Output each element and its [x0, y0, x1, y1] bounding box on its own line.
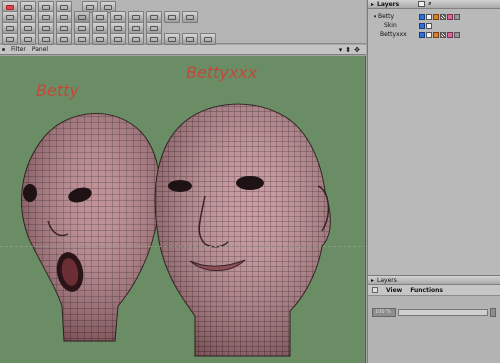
- grid-icon: [104, 4, 112, 10]
- wireframe-icon[interactable]: [440, 31, 446, 38]
- layer-name: Bettyxxx: [380, 31, 407, 38]
- layer-toggles: [419, 22, 432, 29]
- tool-button[interactable]: [164, 33, 180, 45]
- view-dropdown-icon[interactable]: ▾: [339, 46, 343, 54]
- render-icon[interactable]: [454, 31, 460, 38]
- functions-menu[interactable]: Functions: [410, 287, 443, 294]
- 3d-viewport[interactable]: Betty Bettyxxx: [0, 56, 366, 363]
- tool-button[interactable]: [182, 33, 198, 45]
- right-panel: ▸ Layers ⌕ ▾ Betty Skin Bettyxxx ▸ Layer…: [367, 0, 500, 363]
- lower-panel-title: Layers: [377, 276, 397, 284]
- layer-row-skin[interactable]: Skin: [368, 21, 500, 30]
- annotation-betty: Betty: [36, 81, 79, 100]
- eye-icon[interactable]: [419, 31, 425, 38]
- viewport-header: Filter Panel ▾ ⬍ ✥: [0, 45, 366, 55]
- color-icon[interactable]: [447, 13, 453, 20]
- head-model-bettyxxx[interactable]: [154, 103, 331, 357]
- tool-button[interactable]: [110, 33, 126, 45]
- tool-button[interactable]: [200, 33, 216, 45]
- move-icon: [24, 4, 32, 10]
- search-icon[interactable]: ⌕: [428, 0, 431, 8]
- panel-menu-icon[interactable]: [372, 287, 378, 293]
- collapse-arrow-icon[interactable]: ▸: [371, 277, 374, 284]
- layer-toggles: [419, 31, 460, 38]
- slider-track[interactable]: [398, 309, 488, 316]
- brush-icon: [86, 4, 94, 10]
- panel-menu[interactable]: Panel: [32, 46, 48, 53]
- color-icon[interactable]: [447, 31, 453, 38]
- lower-panel-menubar: View Functions: [368, 285, 500, 296]
- new-layer-icon[interactable]: [418, 1, 426, 7]
- scale-icon: [60, 4, 68, 10]
- viewport-menu-dot-icon[interactable]: [2, 48, 5, 51]
- slider-value[interactable]: 100 %: [372, 308, 396, 317]
- eye-icon[interactable]: [419, 13, 425, 20]
- tool-button[interactable]: [182, 11, 198, 23]
- material-icon[interactable]: [433, 31, 439, 38]
- layer-name: Skin: [384, 22, 397, 29]
- layers-lower-panel: ▸ Layers View Functions 100 %: [368, 275, 500, 363]
- lock-icon[interactable]: [426, 13, 432, 20]
- layer-row-bettyxxx[interactable]: Bettyxxx: [368, 30, 500, 39]
- tool-button[interactable]: [128, 33, 144, 45]
- collapse-arrow-icon[interactable]: ▸: [371, 1, 374, 8]
- rotate-icon: [42, 4, 50, 10]
- layers-tree: ▾ Betty Skin Bettyxxx: [368, 9, 500, 39]
- head-model-betty[interactable]: [21, 113, 161, 342]
- layers-panel-header: ▸ Layers ⌕: [368, 0, 500, 9]
- slider-end-button[interactable]: [490, 308, 496, 317]
- scene-canvas: Betty Bettyxxx: [21, 63, 331, 357]
- material-icon[interactable]: [433, 13, 439, 20]
- tool-button[interactable]: [74, 33, 90, 45]
- layers-panel-title: Layers: [377, 0, 400, 8]
- tool-button[interactable]: [56, 33, 72, 45]
- tool-button[interactable]: [38, 33, 54, 45]
- tool-button[interactable]: [2, 33, 18, 45]
- layer-row-betty[interactable]: ▾ Betty: [368, 12, 500, 21]
- lower-panel-header: ▸ Layers: [368, 276, 500, 285]
- wireframe-icon[interactable]: [440, 13, 446, 20]
- viewport-nav-controls: ▾ ⬍ ✥: [339, 46, 360, 54]
- lock-icon[interactable]: [426, 22, 432, 29]
- dolly-icon[interactable]: ⬍: [345, 46, 351, 54]
- pan-icon[interactable]: ✥: [354, 46, 360, 54]
- filter-menu[interactable]: Filter: [11, 46, 26, 53]
- horizon-guide-line: [0, 246, 365, 247]
- lock-icon[interactable]: [426, 31, 432, 38]
- eye-icon[interactable]: [419, 22, 425, 29]
- view-menu[interactable]: View: [386, 287, 402, 294]
- tool-button[interactable]: [146, 33, 162, 45]
- main-toolbar: [0, 0, 366, 45]
- layer-toggles: [419, 13, 460, 20]
- annotation-bettyxxx: Bettyxxx: [186, 63, 258, 82]
- tool-button[interactable]: [92, 33, 108, 45]
- render-icon[interactable]: [454, 13, 460, 20]
- tool-button[interactable]: [164, 11, 180, 23]
- opacity-slider[interactable]: 100 %: [372, 308, 496, 317]
- tool-button[interactable]: [20, 33, 36, 45]
- select-icon: [6, 4, 14, 10]
- layer-name: Betty: [378, 13, 395, 20]
